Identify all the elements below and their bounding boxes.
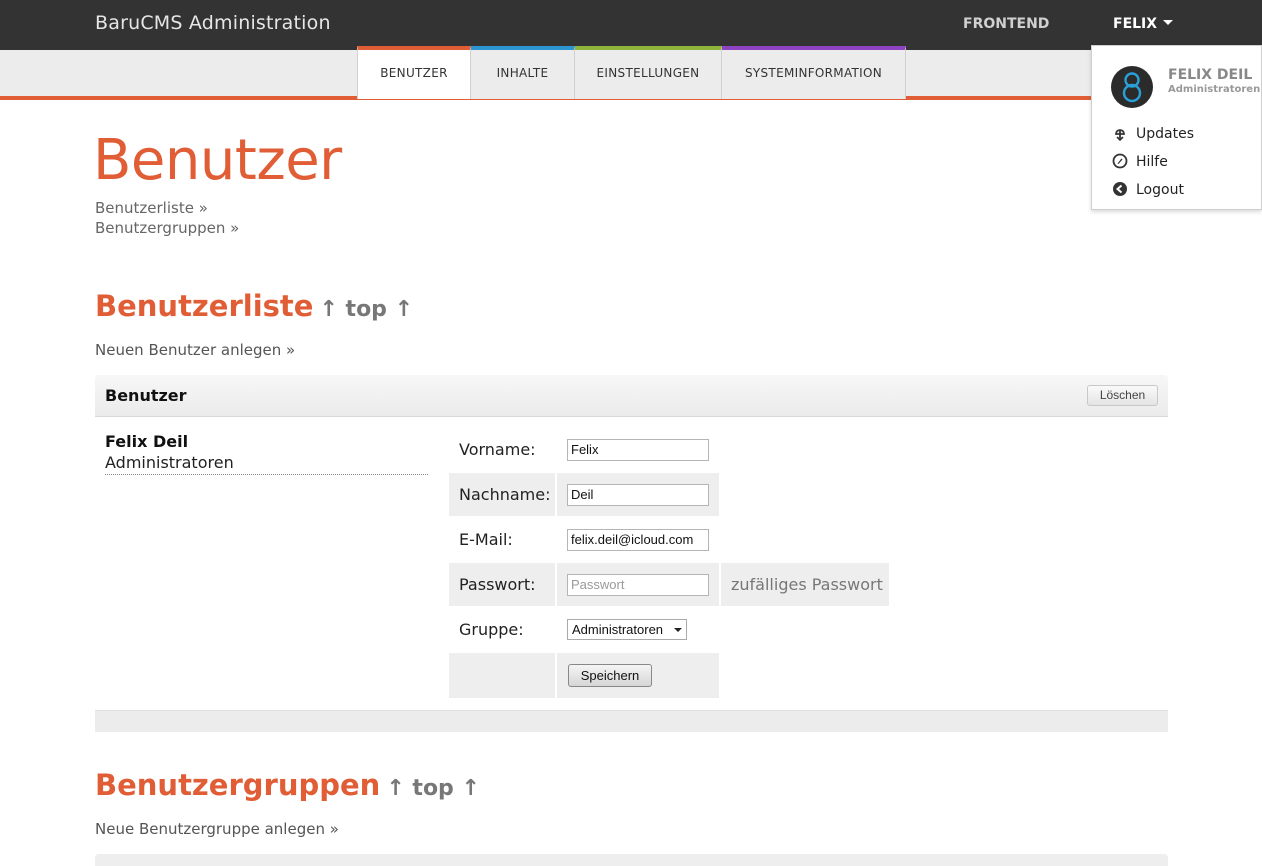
tab-systeminformation[interactable]: SYSTEMINFORMATION	[722, 46, 906, 99]
anchor-link-benutzerliste[interactable]: Benutzerliste »	[95, 199, 208, 217]
menu-item-label: Hilfe	[1136, 154, 1168, 170]
logout-icon	[1112, 181, 1128, 197]
frontend-link[interactable]: FRONTEND	[963, 16, 1049, 32]
top-link[interactable]: ↑ top ↑	[386, 776, 480, 801]
tab-benutzer[interactable]: BENUTZER	[357, 46, 471, 99]
actions-cell: Speichern	[557, 653, 719, 698]
user-dropdown: FELIX DEIL Administratoren Updates Hilfe…	[1091, 45, 1262, 210]
tab-einstellungen[interactable]: EINSTELLUNGEN	[575, 46, 722, 99]
new-group-link[interactable]: Neue Benutzergruppe anlegen »	[95, 820, 339, 838]
anchor-link-benutzergruppen[interactable]: Benutzergruppen »	[95, 219, 239, 237]
updates-icon	[1112, 125, 1128, 142]
top-link[interactable]: ↑ top ↑	[319, 297, 413, 322]
top-bar: BaruCMS Administration FRONTEND FELIX	[0, 0, 1262, 50]
menu-item-logout[interactable]: Logout	[1112, 181, 1184, 199]
dropdown-user-group: Administratoren	[1168, 84, 1261, 95]
help-icon	[1112, 153, 1128, 169]
dropdown-user-name: FELIX DEIL	[1168, 67, 1253, 83]
password-label: Passwort:	[449, 563, 555, 606]
delete-button[interactable]: Löschen	[1087, 385, 1158, 406]
firstname-cell: Felix	[557, 428, 719, 471]
menu-item-updates[interactable]: Updates	[1112, 125, 1194, 143]
password-cell: Passwort	[557, 563, 719, 606]
group-label: Gruppe:	[459, 620, 524, 639]
lastname-cell: Deil	[557, 473, 719, 516]
menu-item-label: Logout	[1136, 182, 1184, 198]
email-cell: felix.deil@icloud.com	[557, 518, 719, 561]
section-title-text: Benutzergruppen	[95, 768, 381, 802]
main-nav: BENUTZER INHALTE EINSTELLUNGEN SYSTEMINF…	[0, 46, 1262, 100]
actions-label-cell	[449, 653, 555, 698]
firstname-field[interactable]: Felix	[567, 439, 709, 461]
chevron-down-icon	[674, 628, 682, 632]
menu-item-hilfe[interactable]: Hilfe	[1112, 153, 1168, 171]
caret-down-icon	[1163, 19, 1174, 25]
menu-item-label: Updates	[1136, 126, 1194, 142]
section-title-text: Benutzerliste	[95, 289, 314, 323]
card-header-title: Benutzer	[105, 386, 187, 405]
section-title-benutzerliste: Benutzerliste ↑ top ↑	[95, 289, 413, 323]
user-card-footer	[95, 710, 1168, 732]
user-menu-label: FELIX	[1113, 16, 1158, 32]
save-button[interactable]: Speichern	[568, 664, 652, 687]
page-title: Benutzer	[93, 128, 342, 193]
group-cell: Administratoren	[557, 608, 719, 651]
random-password-link[interactable]: zufälliges Passwort	[721, 563, 889, 606]
avatar	[1111, 66, 1153, 108]
user-menu-toggle[interactable]: FELIX	[1113, 16, 1174, 32]
lastname-field[interactable]: Deil	[567, 484, 709, 506]
email-field[interactable]: felix.deil@icloud.com	[567, 529, 709, 551]
group-select-value: Administratoren	[572, 622, 664, 637]
group-select[interactable]: Administratoren	[567, 619, 687, 640]
password-field[interactable]: Passwort	[567, 574, 709, 596]
app-title[interactable]: BaruCMS Administration	[95, 12, 331, 34]
tab-inhalte[interactable]: INHALTE	[471, 46, 575, 99]
user-group: Administratoren	[105, 453, 428, 475]
user-name: Felix Deil	[105, 432, 189, 451]
user-card-header: Benutzer Löschen	[95, 375, 1168, 417]
firstname-label: Vorname:	[459, 440, 536, 459]
avatar-icon	[1122, 72, 1142, 103]
lastname-label: Nachname:	[449, 473, 555, 516]
email-label: E-Mail:	[459, 530, 513, 549]
section-title-benutzergruppen: Benutzergruppen ↑ top ↑	[95, 768, 480, 802]
new-user-link[interactable]: Neuen Benutzer anlegen »	[95, 341, 295, 359]
group-card-header	[95, 854, 1168, 866]
